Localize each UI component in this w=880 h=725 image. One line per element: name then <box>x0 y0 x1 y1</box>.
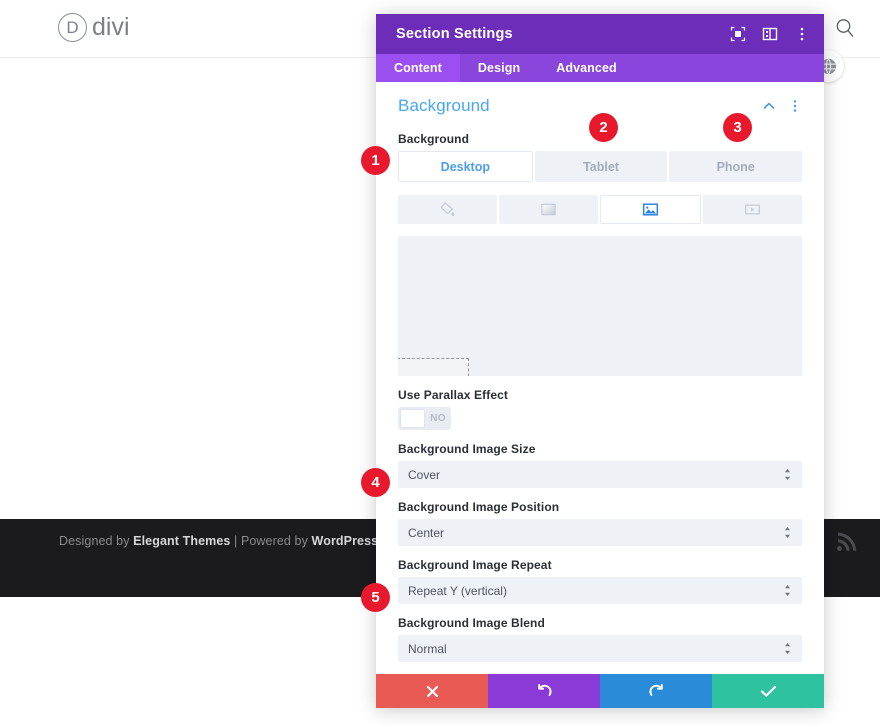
background-type-group <box>398 195 802 224</box>
parallax-toggle[interactable]: NO <box>398 407 451 430</box>
background-image-blend-select[interactable]: Normal <box>398 635 802 662</box>
undo-button[interactable] <box>488 674 600 708</box>
select-arrows-icon <box>785 527 790 538</box>
select-arrows-icon <box>785 585 790 596</box>
page-root: D divi Designed by Elegant Themes | Powe… <box>0 0 880 725</box>
background-image-blend-value: Normal <box>408 641 447 656</box>
background-image-size-label: Background Image Size <box>398 442 536 456</box>
footer-credit-separator: | <box>230 534 241 548</box>
annotation-badge-1: 1 <box>361 146 390 175</box>
footer-credit-prefix: Designed by <box>59 534 134 548</box>
rss-icon[interactable] <box>834 530 858 554</box>
background-image-blend-label: Background Image Blend <box>398 616 545 630</box>
parallax-label: Use Parallax Effect <box>398 388 508 402</box>
annotation-badge-2: 2 <box>589 113 618 142</box>
parallax-toggle-knob <box>400 409 425 428</box>
background-image-position-label: Background Image Position <box>398 500 560 514</box>
select-arrows-icon <box>785 469 790 480</box>
footer-credit: Designed by Elegant Themes | Powered by … <box>59 534 378 548</box>
background-image-repeat-label: Background Image Repeat <box>398 558 552 572</box>
tab-content[interactable]: Content <box>376 54 460 82</box>
background-image-icon[interactable] <box>600 195 701 224</box>
redo-button[interactable] <box>600 674 712 708</box>
modal-body: Background Background Desktop Tablet Pho… <box>376 82 824 674</box>
modal-action-bar <box>376 674 824 708</box>
upload-image-button[interactable] <box>398 358 469 376</box>
background-color-icon[interactable] <box>398 195 497 224</box>
save-button[interactable] <box>712 674 824 708</box>
annotation-badge-5: 5 <box>361 583 390 612</box>
titlebar-icon-group <box>730 26 810 42</box>
search-icon[interactable] <box>834 17 856 39</box>
fullscreen-icon[interactable] <box>730 26 746 42</box>
background-image-repeat-select[interactable]: Repeat Y (vertical) <box>398 577 802 604</box>
modal-titlebar: Section Settings <box>376 14 824 54</box>
device-tab-desktop[interactable]: Desktop <box>398 151 533 182</box>
select-arrows-icon <box>785 643 790 654</box>
background-gradient-icon[interactable] <box>499 195 598 224</box>
background-image-position-select[interactable]: Center <box>398 519 802 546</box>
background-image-repeat-value: Repeat Y (vertical) <box>408 583 507 598</box>
more-options-icon[interactable] <box>794 26 810 42</box>
device-tab-tablet[interactable]: Tablet <box>534 151 668 182</box>
section-header-icons <box>762 99 802 113</box>
footer-credit-middle: Powered by <box>240 534 312 548</box>
parallax-toggle-state: NO <box>430 413 446 424</box>
modal-tabs: Content Design Advanced <box>376 54 824 82</box>
background-image-position-value: Center <box>408 525 445 540</box>
tab-advanced[interactable]: Advanced <box>538 54 635 82</box>
chevron-up-icon[interactable] <box>762 99 776 113</box>
footer-brand-wordpress[interactable]: WordPress <box>312 534 379 548</box>
background-image-preview[interactable] <box>398 236 802 376</box>
background-video-icon[interactable] <box>703 195 802 224</box>
device-toggle-group: Desktop Tablet Phone <box>398 151 803 182</box>
modal-title: Section Settings <box>396 26 513 42</box>
footer-brand-elegant-themes[interactable]: Elegant Themes <box>133 534 230 548</box>
background-image-size-value: Cover <box>408 467 441 482</box>
device-tab-phone[interactable]: Phone <box>669 151 803 182</box>
divi-logo-mark: D <box>58 13 87 42</box>
split-view-icon[interactable] <box>762 26 778 42</box>
annotation-badge-4: 4 <box>361 468 390 497</box>
tab-design[interactable]: Design <box>460 54 538 82</box>
cancel-button[interactable] <box>376 674 488 708</box>
background-image-size-select[interactable]: Cover <box>398 461 802 488</box>
section-title: Background <box>398 96 490 115</box>
divi-logo-text: divi <box>92 13 130 41</box>
divi-logo[interactable]: D divi <box>58 13 130 42</box>
annotation-badge-3: 3 <box>723 113 752 142</box>
section-more-options-icon[interactable] <box>788 99 802 113</box>
